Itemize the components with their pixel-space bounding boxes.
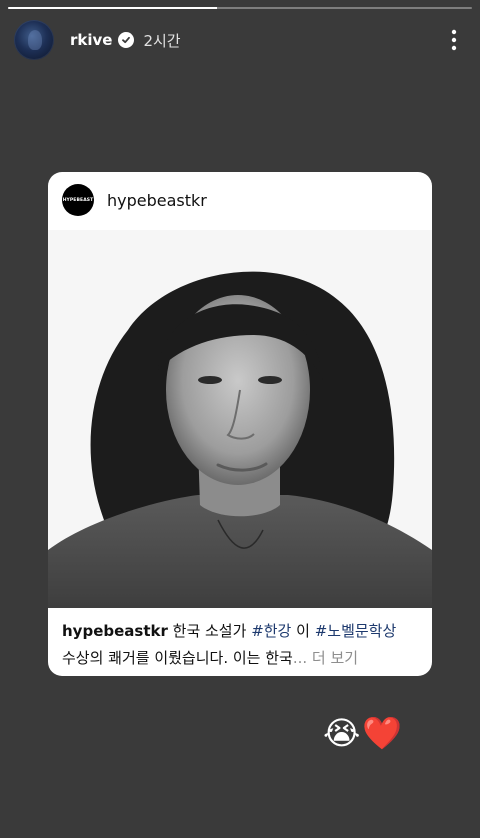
post-photo[interactable] (48, 230, 432, 608)
story-header: rkive 2시간 (14, 19, 466, 61)
shared-post-card[interactable]: HYPEBEAST hypebeastkr hypebeastkr 한국 소설가… (48, 172, 432, 676)
caption-text: 수상의 쾌거를 이뤘습니다. 이는 한국 (62, 649, 293, 667)
post-caption: hypebeastkr 한국 소설가 #한강 이 #노벨문학상 수상의 쾌거를 … (62, 618, 422, 672)
post-header: HYPEBEAST hypebeastkr (62, 182, 207, 218)
more-options-button[interactable] (442, 25, 466, 55)
verified-badge-icon (118, 32, 135, 48)
caption-text: 한국 소설가 (167, 622, 252, 640)
caption-text: 이 (291, 622, 315, 640)
story-username[interactable]: rkive (70, 31, 112, 49)
post-avatar[interactable]: HYPEBEAST (62, 184, 94, 216)
story-timestamp: 2시간 (143, 31, 181, 50)
hashtag-nobel[interactable]: #노벨문학상 (315, 622, 397, 640)
caption-ellipsis: ... (292, 649, 308, 667)
caption-username[interactable]: hypebeastkr (62, 622, 168, 640)
red-heart-emoji: ❤️ (362, 714, 403, 752)
emoji-reactions: 😭 ❤️ (323, 713, 402, 753)
post-avatar-logo-text: HYPEBEAST (62, 197, 94, 203)
see-more-link[interactable]: 더 보기 (307, 649, 358, 667)
post-username[interactable]: hypebeastkr (107, 191, 207, 210)
avatar[interactable] (14, 20, 54, 60)
hashtag-hangang[interactable]: #한강 (251, 622, 291, 640)
story-progress-bar (8, 7, 472, 9)
portrait-image (48, 230, 432, 608)
story-progress-fill (8, 7, 217, 9)
more-vertical-icon (451, 29, 457, 51)
crying-face-emoji: 😭 (323, 714, 361, 752)
